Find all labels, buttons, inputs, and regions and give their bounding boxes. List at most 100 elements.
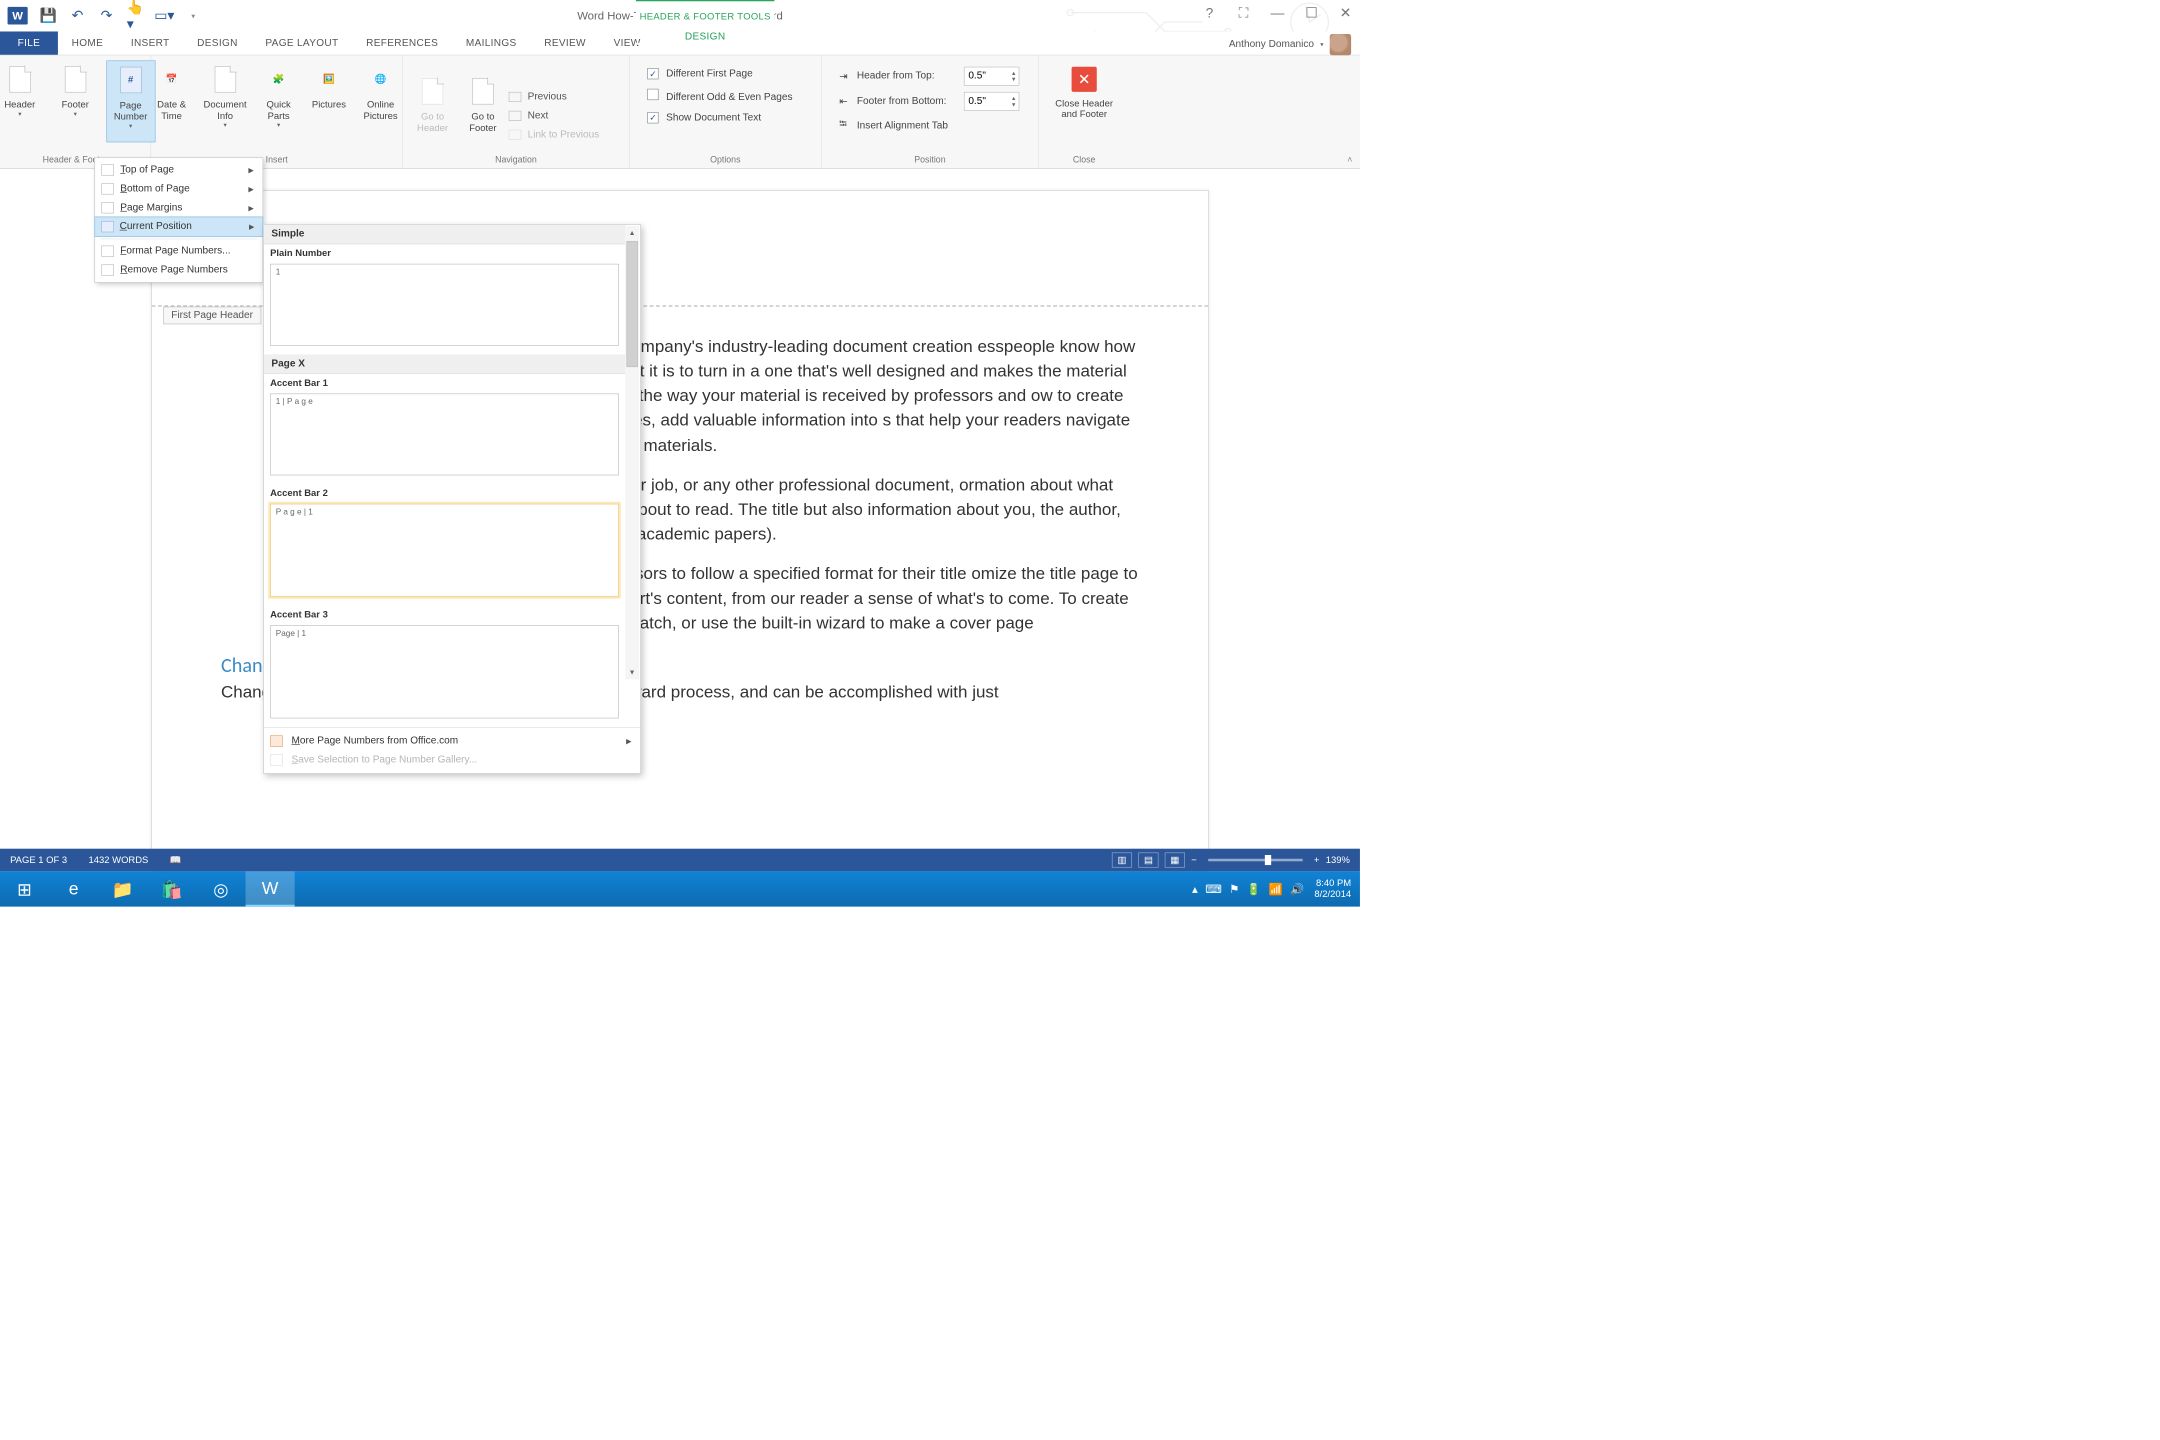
document-info-button[interactable]: Document Info▾ (200, 60, 250, 142)
maximize-icon[interactable]: ☐ (1302, 5, 1321, 21)
gallery-item-accent-bar-1[interactable]: 1 | P a g e (270, 394, 619, 476)
close-window-icon[interactable]: ✕ (1336, 5, 1355, 21)
more-from-office-button[interactable]: More Page Numbers from Office.com▶ (264, 732, 641, 751)
qat-extra-icon[interactable]: ▭▾ (156, 8, 172, 24)
word-app-icon[interactable]: W (8, 7, 28, 25)
footer-button[interactable]: Footer▾ (51, 60, 100, 142)
windows-taskbar: ⊞ e 📁 🛍️ ◎ W ▴ ⌨ ⚑ 🔋 📶 🔊 8:40 PM 8/2/201… (0, 871, 1360, 906)
page-indicator[interactable]: PAGE 1 OF 3 (10, 855, 67, 866)
zoom-out-icon[interactable]: − (1191, 855, 1197, 866)
keyboard-icon[interactable]: ⌨ (1205, 882, 1221, 895)
page-number-button[interactable]: # Page Number▾ (106, 60, 155, 142)
tray-up-icon[interactable]: ▴ (1192, 882, 1198, 895)
different-first-page-checkbox[interactable]: ✓Different First Page (647, 68, 803, 80)
scroll-thumb[interactable] (626, 241, 637, 367)
footer-from-bottom-input[interactable]: ▲▼ (964, 92, 1019, 111)
page-icon (101, 221, 114, 232)
account-user[interactable]: Anthony Domanico ▾ (1229, 34, 1351, 55)
format-icon (101, 246, 114, 257)
previous-icon (509, 92, 522, 102)
ribbon-tabs: FILE HOME INSERT DESIGN PAGE LAYOUT REFE… (0, 31, 1360, 55)
taskbar-chrome-icon[interactable]: ◎ (196, 871, 245, 906)
header-from-top-input[interactable]: ▲▼ (964, 67, 1019, 86)
status-bar: PAGE 1 OF 3 1432 WORDS 📖 ▥ ▤ ▦ − + 139% (0, 849, 1360, 872)
tab-references[interactable]: REFERENCES (352, 31, 452, 54)
flag-icon[interactable]: ⚑ (1229, 882, 1239, 895)
system-tray[interactable]: ▴ ⌨ ⚑ 🔋 📶 🔊 (1192, 882, 1304, 895)
remove-icon (101, 264, 114, 275)
tab-design[interactable]: DESIGN (183, 31, 251, 54)
minimize-icon[interactable]: — (1268, 5, 1287, 21)
volume-icon[interactable]: 🔊 (1290, 882, 1304, 895)
online-pictures-button[interactable]: 🌐Online Pictures (357, 60, 404, 142)
tab-mailings[interactable]: MAILINGS (452, 31, 530, 54)
taskbar-clock[interactable]: 8:40 PM 8/2/2014 (1314, 878, 1351, 901)
insert-alignment-tab-button[interactable]: ⭾ Insert Alignment Tab (839, 117, 1020, 134)
zoom-slider[interactable] (1208, 859, 1302, 862)
close-hf-icon: ✕ (1072, 67, 1097, 92)
link-icon (509, 129, 522, 139)
collapse-ribbon-icon[interactable]: ˄ (1347, 154, 1352, 164)
gallery-item-accent-bar-2[interactable]: P a g e | 1 (270, 504, 619, 597)
menu-page-margins[interactable]: Page Margins▶ (95, 198, 262, 217)
next-button[interactable]: Next (505, 109, 621, 123)
tab-page-layout[interactable]: PAGE LAYOUT (252, 31, 353, 54)
read-mode-icon[interactable]: ▥ (1112, 852, 1132, 867)
tab-home[interactable]: HOME (58, 31, 117, 54)
spellcheck-icon[interactable]: 📖 (170, 854, 182, 865)
qat-customize-icon[interactable]: ▾ (185, 8, 201, 24)
footer-from-bottom-row: ⇤ Footer from Bottom: ▲▼ (839, 92, 1020, 111)
print-layout-icon[interactable]: ▤ (1138, 852, 1158, 867)
zoom-in-icon[interactable]: + (1314, 855, 1320, 866)
first-page-header-tag: First Page Header (163, 307, 261, 325)
tab-file[interactable]: FILE (0, 31, 58, 54)
scroll-up-icon[interactable]: ▲ (625, 226, 639, 240)
help-icon[interactable]: ? (1200, 5, 1219, 21)
menu-current-position[interactable]: Current Position▶ (94, 217, 263, 237)
gallery-item-accent-bar-3[interactable]: Page | 1 (270, 625, 619, 718)
menu-format-page-numbers[interactable]: Format Page Numbers... (95, 242, 262, 261)
power-icon[interactable]: 🔋 (1247, 882, 1261, 895)
date-time-button[interactable]: 📅Date & Time (150, 60, 194, 142)
touch-mode-icon[interactable]: 👆▾ (127, 8, 143, 24)
taskbar-word-icon[interactable]: W (246, 871, 295, 906)
close-header-footer-button[interactable]: ✕ Close Header and Footer (1046, 60, 1122, 119)
redo-icon[interactable]: ↷ (98, 8, 114, 24)
user-avatar (1330, 34, 1351, 55)
tab-hf-design[interactable]: DESIGN (636, 31, 775, 44)
web-layout-icon[interactable]: ▦ (1165, 852, 1185, 867)
page-number-label: Page Number (107, 100, 155, 123)
tab-insert[interactable]: INSERT (117, 31, 183, 54)
save-icon[interactable]: 💾 (40, 8, 56, 24)
taskbar-store-icon[interactable]: 🛍️ (147, 871, 196, 906)
header-button[interactable]: Header▾ (0, 60, 44, 142)
pictures-button[interactable]: 🖼️Pictures (307, 60, 351, 142)
taskbar-ie-icon[interactable]: e (49, 871, 98, 906)
start-button[interactable]: ⊞ (0, 871, 49, 906)
gallery-item-label: Accent Bar 3 (264, 606, 625, 624)
tab-review[interactable]: REVIEW (530, 31, 599, 54)
scroll-down-icon[interactable]: ▼ (625, 665, 639, 679)
menu-separator (100, 239, 257, 240)
menu-bottom-of-page[interactable]: Bottom of Page▶ (95, 179, 262, 198)
menu-top-of-page[interactable]: Top of Page▶ (95, 161, 262, 180)
taskbar-explorer-icon[interactable]: 📁 (98, 871, 147, 906)
ribbon-display-icon[interactable]: ⛶ (1234, 5, 1253, 21)
previous-button[interactable]: Previous (505, 90, 621, 104)
undo-icon[interactable]: ↶ (69, 8, 85, 24)
body-paragraph: rt for your job, or any other profession… (574, 473, 1139, 547)
quick-parts-button[interactable]: 🧩Quick Parts▾ (257, 60, 301, 142)
group-navigation: Go to Header Go to Footer Previous Next … (403, 55, 630, 168)
network-icon[interactable]: 📶 (1268, 882, 1282, 895)
menu-remove-page-numbers[interactable]: Remove Page Numbers (95, 261, 262, 280)
gallery-item-plain-number[interactable]: 1 (270, 264, 619, 346)
show-document-text-checkbox[interactable]: ✓Show Document Text (647, 112, 803, 124)
word-count[interactable]: 1432 WORDS (89, 855, 149, 866)
goto-footer-button[interactable]: Go to Footer (461, 72, 505, 154)
zoom-level[interactable]: 139% (1326, 855, 1350, 866)
different-odd-even-checkbox[interactable]: Different Odd & Even Pages (647, 88, 803, 102)
page-icon (101, 202, 114, 213)
link-to-previous-button: Link to Previous (505, 127, 621, 141)
gallery-scrollbar[interactable]: ▲ ▼ (625, 226, 639, 679)
save-gallery-icon (270, 754, 283, 765)
